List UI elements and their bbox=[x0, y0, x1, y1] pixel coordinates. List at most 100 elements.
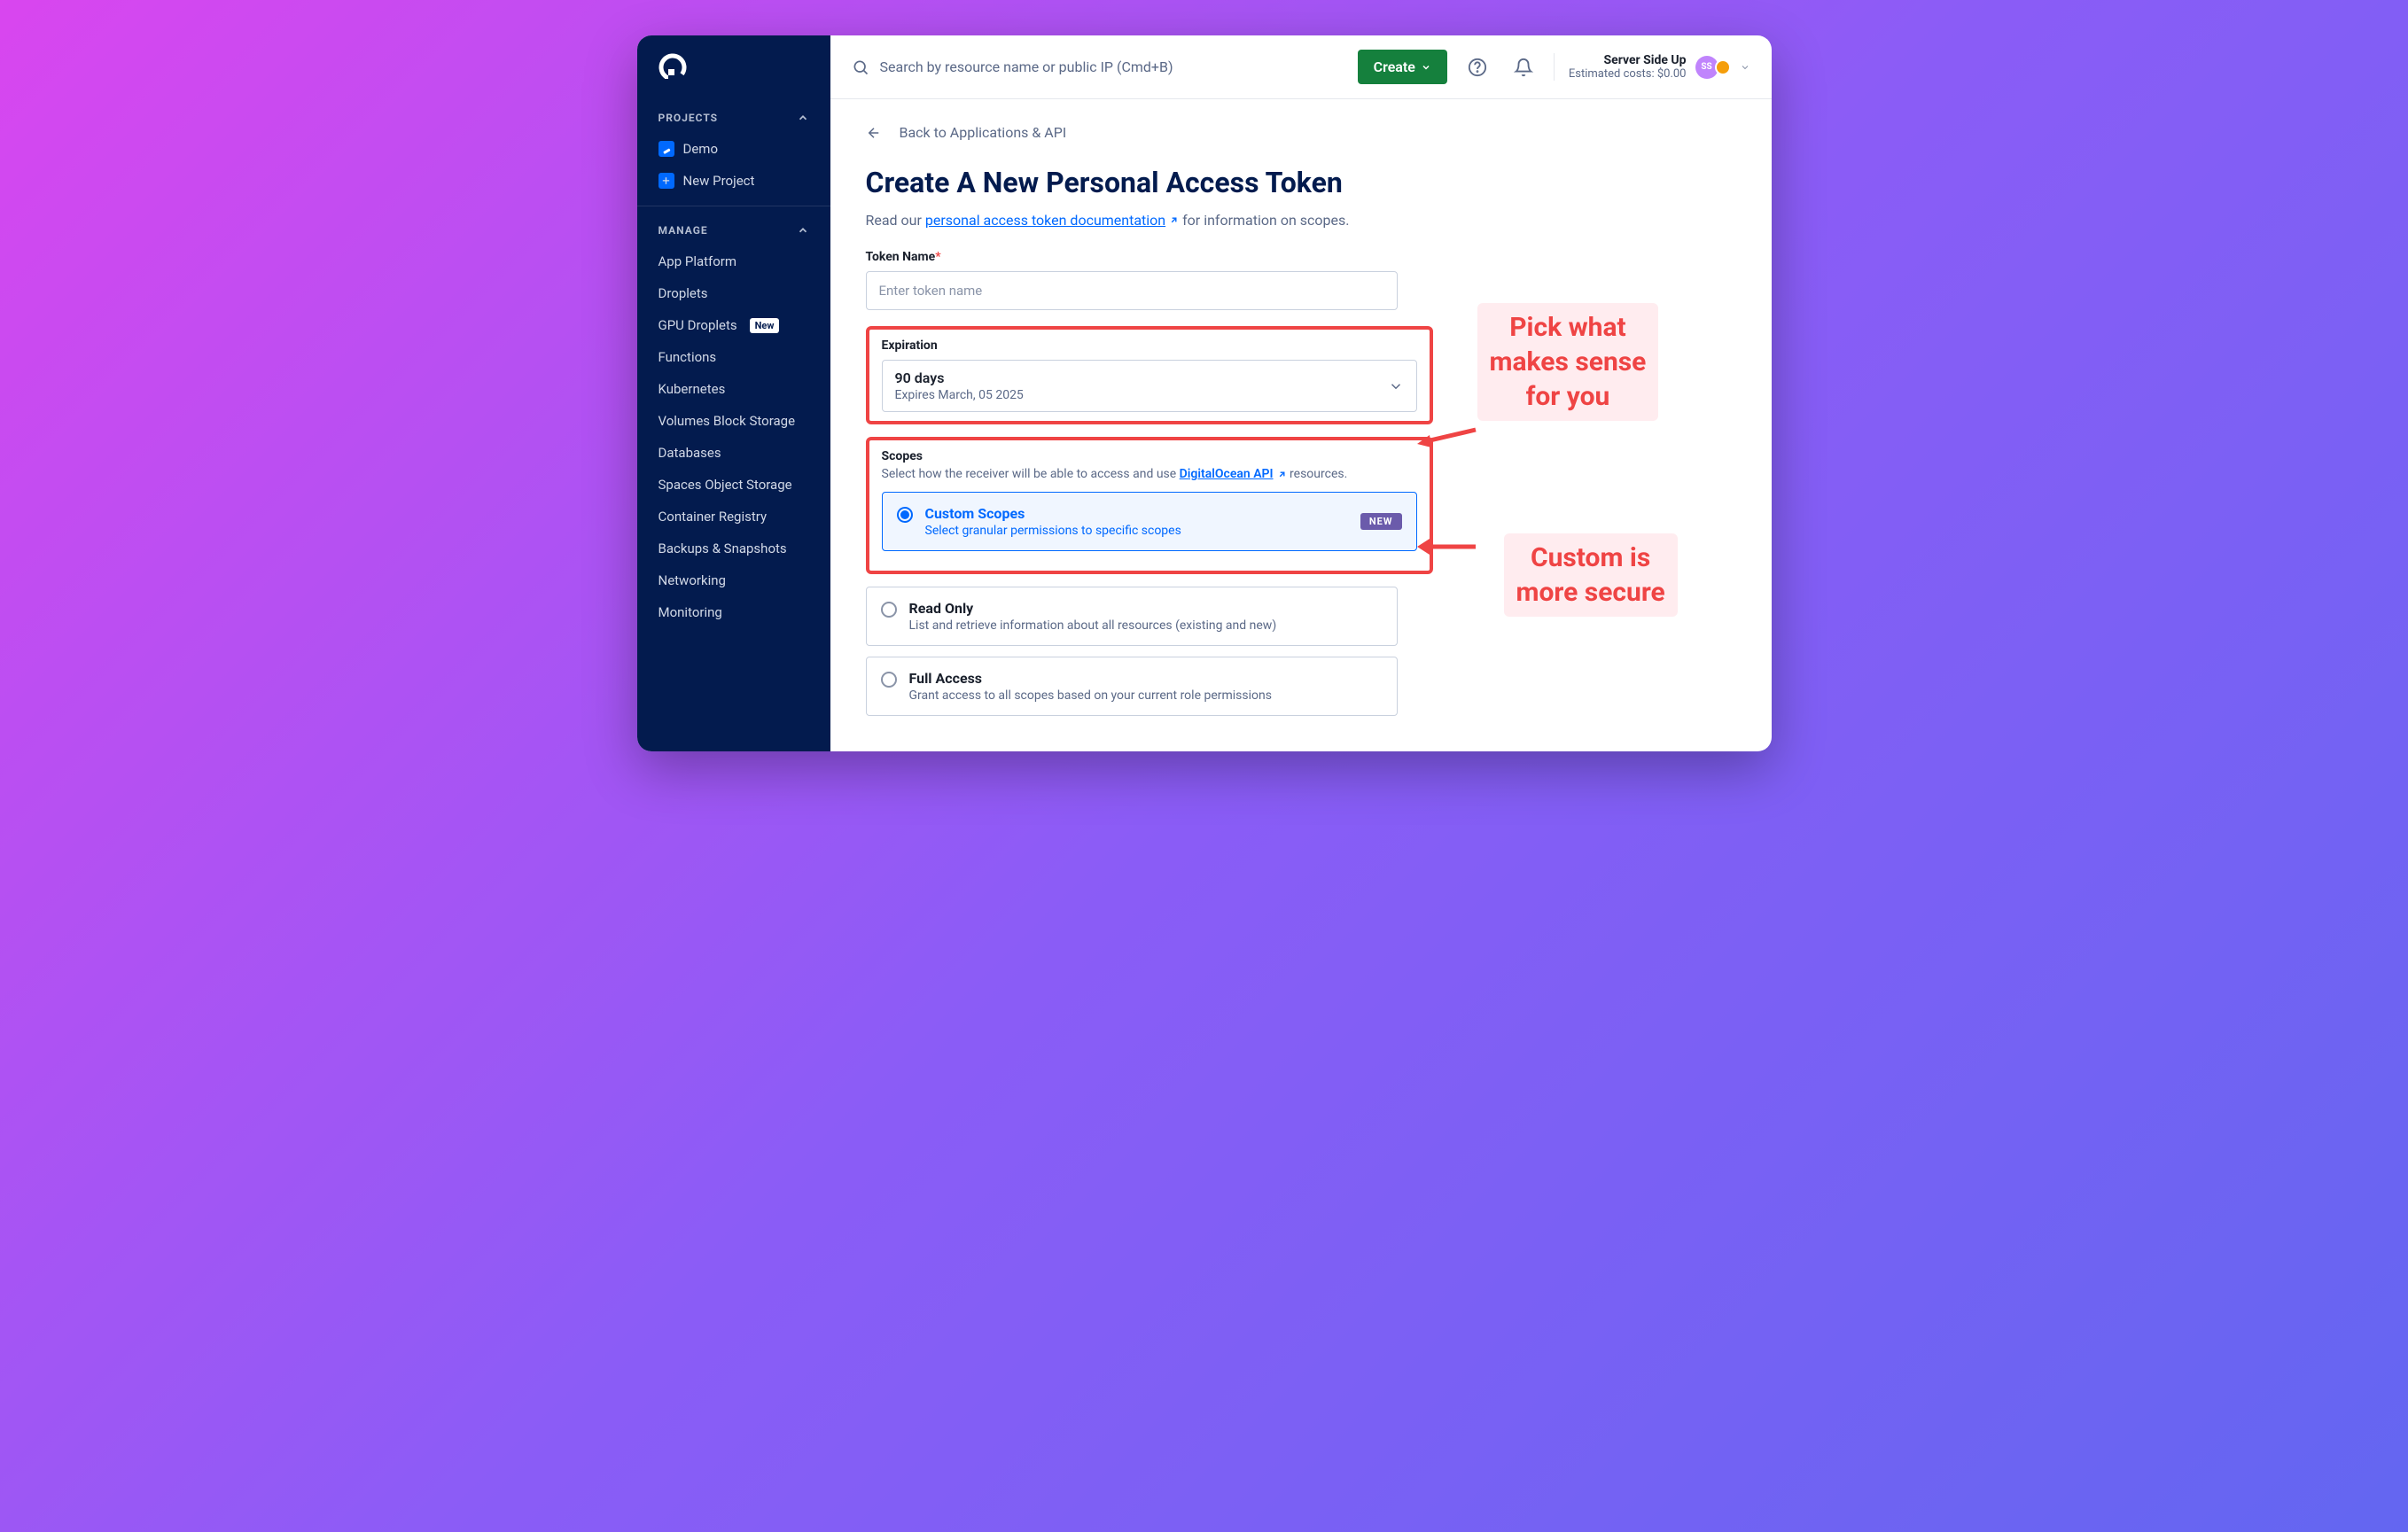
sidebar-item-droplets[interactable]: Droplets bbox=[637, 277, 830, 309]
sidebar-item-label: Demo bbox=[683, 141, 719, 157]
sidebar-section-projects[interactable]: PROJECTS bbox=[637, 103, 830, 133]
expiration-label: Expiration bbox=[882, 338, 1417, 353]
back-link[interactable]: Back to Applications & API bbox=[866, 124, 1736, 141]
page-title: Create A New Personal Access Token bbox=[866, 166, 1736, 199]
user-menu[interactable]: Server Side Up Estimated costs: $0.00 SS bbox=[1554, 53, 1750, 81]
project-icon bbox=[658, 141, 674, 157]
sidebar-item-label: Monitoring bbox=[658, 604, 722, 620]
content: Back to Applications & API Create A New … bbox=[830, 99, 1772, 751]
arrow-left-icon bbox=[866, 125, 882, 141]
help-button[interactable] bbox=[1461, 51, 1493, 83]
expiration-highlight: Expiration 90 days Expires March, 05 202… bbox=[866, 326, 1433, 424]
avatar-group: SS bbox=[1695, 56, 1731, 79]
sidebar-item-gpu-droplets[interactable]: GPU Droplets New bbox=[637, 309, 830, 341]
docs-link[interactable]: personal access token documentation bbox=[925, 212, 1179, 229]
sidebar-item-label: Databases bbox=[658, 445, 721, 461]
sidebar-section-label: MANAGE bbox=[658, 224, 708, 237]
sidebar: PROJECTS Demo + New Project MANAGE App P… bbox=[637, 35, 830, 751]
external-link-icon bbox=[1169, 215, 1179, 225]
sidebar-item-label: Volumes Block Storage bbox=[658, 413, 796, 429]
create-button[interactable]: Create bbox=[1358, 50, 1447, 84]
search-input[interactable] bbox=[880, 58, 1344, 75]
annotation-expiration: Pick what makes sense for you bbox=[1477, 303, 1659, 421]
search-container bbox=[852, 58, 1344, 76]
estimated-costs: Estimated costs: $0.00 bbox=[1569, 67, 1687, 81]
sidebar-item-functions[interactable]: Functions bbox=[637, 341, 830, 373]
scopes-sub-post: resources. bbox=[1290, 467, 1347, 481]
radio-icon bbox=[897, 507, 913, 523]
token-name-label: Token Name* bbox=[866, 250, 1398, 264]
sidebar-item-spaces[interactable]: Spaces Object Storage bbox=[637, 469, 830, 501]
sidebar-section-label: PROJECTS bbox=[658, 112, 719, 124]
sidebar-item-label: Container Registry bbox=[658, 509, 768, 525]
token-name-input[interactable] bbox=[866, 271, 1398, 310]
chevron-down-icon bbox=[1740, 62, 1750, 73]
new-badge: NEW bbox=[1360, 513, 1402, 530]
scope-title: Read Only bbox=[909, 600, 1383, 617]
sidebar-item-networking[interactable]: Networking bbox=[637, 564, 830, 596]
expiration-date: Expires March, 05 2025 bbox=[895, 388, 1024, 402]
chevron-down-icon bbox=[1388, 378, 1404, 394]
subtitle-post: for information on scopes. bbox=[1182, 212, 1349, 229]
api-docs-link-label: DigitalOcean API bbox=[1180, 467, 1274, 481]
annotation-arrow bbox=[1415, 533, 1477, 564]
sidebar-item-databases[interactable]: Databases bbox=[637, 437, 830, 469]
notifications-button[interactable] bbox=[1508, 51, 1539, 83]
radio-icon bbox=[881, 672, 897, 688]
chevron-down-icon bbox=[1421, 62, 1431, 73]
back-link-label: Back to Applications & API bbox=[900, 124, 1067, 141]
annotation-scopes: Custom is more secure bbox=[1504, 533, 1678, 617]
required-marker: * bbox=[935, 250, 940, 264]
docs-link-label: personal access token documentation bbox=[925, 212, 1165, 229]
avatar-secondary bbox=[1715, 59, 1731, 75]
logo[interactable] bbox=[637, 53, 830, 103]
scope-desc: Select granular permissions to specific … bbox=[925, 524, 1181, 538]
sidebar-section-manage[interactable]: MANAGE bbox=[637, 215, 830, 245]
sidebar-item-backups[interactable]: Backups & Snapshots bbox=[637, 533, 830, 564]
scope-desc: Grant access to all scopes based on your… bbox=[909, 688, 1383, 703]
scope-option-fullaccess[interactable]: Full Access Grant access to all scopes b… bbox=[866, 657, 1398, 716]
search-icon bbox=[852, 58, 869, 76]
sidebar-item-label: Kubernetes bbox=[658, 381, 726, 397]
token-name-label-text: Token Name bbox=[866, 250, 936, 264]
chevron-up-icon bbox=[797, 224, 809, 237]
sidebar-item-new-project[interactable]: + New Project bbox=[637, 165, 830, 197]
radio-icon bbox=[881, 602, 897, 618]
sidebar-item-label: Spaces Object Storage bbox=[658, 477, 792, 493]
sidebar-item-label: Functions bbox=[658, 349, 717, 365]
annotation-arrow bbox=[1415, 423, 1477, 453]
sidebar-item-label: New Project bbox=[683, 173, 755, 189]
sidebar-item-kubernetes[interactable]: Kubernetes bbox=[637, 373, 830, 405]
chevron-up-icon bbox=[797, 112, 809, 124]
sidebar-item-volumes[interactable]: Volumes Block Storage bbox=[637, 405, 830, 437]
scopes-label: Scopes bbox=[882, 449, 1417, 463]
expiration-value: 90 days bbox=[895, 369, 1024, 386]
help-icon bbox=[1468, 58, 1487, 77]
subtitle-pre: Read our bbox=[866, 212, 925, 229]
app-window: PROJECTS Demo + New Project MANAGE App P… bbox=[637, 35, 1772, 751]
user-info: Server Side Up Estimated costs: $0.00 bbox=[1569, 53, 1687, 81]
page-subtitle: Read our personal access token documenta… bbox=[866, 212, 1736, 229]
scopes-sublabel: Select how the receiver will be able to … bbox=[882, 467, 1417, 481]
scope-title: Full Access bbox=[909, 670, 1383, 687]
scope-title: Custom Scopes bbox=[925, 505, 1181, 522]
sidebar-item-demo[interactable]: Demo bbox=[637, 133, 830, 165]
scope-desc: List and retrieve information about all … bbox=[909, 618, 1383, 633]
api-docs-link[interactable]: DigitalOcean API bbox=[1180, 467, 1287, 481]
sidebar-item-label: Networking bbox=[658, 572, 726, 588]
sidebar-item-label: Backups & Snapshots bbox=[658, 540, 787, 556]
sidebar-item-app-platform[interactable]: App Platform bbox=[637, 245, 830, 277]
sidebar-item-monitoring[interactable]: Monitoring bbox=[637, 596, 830, 628]
plus-icon: + bbox=[658, 173, 674, 189]
sidebar-item-label: App Platform bbox=[658, 253, 737, 269]
expiration-select[interactable]: 90 days Expires March, 05 2025 bbox=[882, 360, 1417, 412]
sidebar-item-container-registry[interactable]: Container Registry bbox=[637, 501, 830, 533]
scope-option-readonly[interactable]: Read Only List and retrieve information … bbox=[866, 587, 1398, 646]
main-panel: Create Server Side Up Estimated costs: $… bbox=[830, 35, 1772, 751]
create-button-label: Create bbox=[1374, 58, 1415, 75]
bell-icon bbox=[1514, 58, 1533, 77]
scopes-highlight: Scopes Select how the receiver will be a… bbox=[866, 437, 1433, 574]
sidebar-item-label: GPU Droplets bbox=[658, 317, 737, 333]
sidebar-item-label: Droplets bbox=[658, 285, 708, 301]
scope-option-custom[interactable]: Custom Scopes Select granular permission… bbox=[882, 492, 1417, 551]
